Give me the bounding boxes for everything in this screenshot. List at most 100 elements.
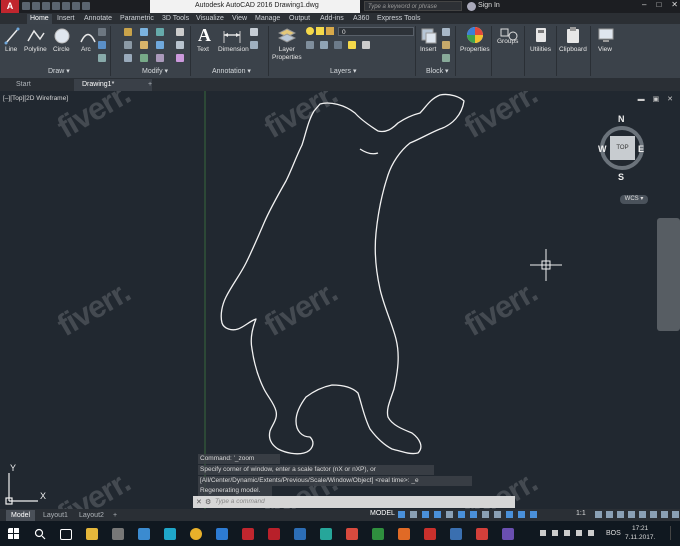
tab-add-ins[interactable]: Add-ins [320,14,344,24]
view-button-label[interactable]: View [598,46,612,53]
fillet-icon[interactable] [156,41,164,49]
leader-icon[interactable] [250,28,258,36]
command-customize-icon[interactable]: ⚙ [205,498,211,506]
layer-freeze-icon[interactable] [316,27,324,35]
compass-north[interactable]: N [618,114,625,124]
rectangle-icon[interactable] [98,28,106,36]
chrome-icon[interactable] [190,528,202,540]
stretch-icon[interactable] [124,54,132,62]
annotation-monitor-icon[interactable] [606,511,613,518]
tab-annotate[interactable]: Annotate [84,14,112,24]
tab-home[interactable]: Home [27,14,52,24]
layer-lock-icon[interactable] [326,27,334,35]
notification-icon[interactable] [588,530,594,536]
layer-off-icon[interactable] [348,41,356,49]
groups-button-label[interactable]: Groups [497,38,518,45]
taskbar-app-icon[interactable] [320,528,332,540]
insert-block-icon[interactable] [420,27,438,45]
show-desktop-button[interactable] [670,526,679,540]
edit-attributes-icon[interactable] [442,54,450,62]
edit-block-icon[interactable] [442,41,450,49]
polyline-icon[interactable] [26,27,46,45]
taskbar-app-icon[interactable] [398,528,410,540]
taskbar-app-icon[interactable] [164,528,176,540]
workspace-icon[interactable] [595,511,602,518]
taskbar-app-icon[interactable] [450,528,462,540]
plot-icon[interactable] [62,2,70,10]
annotation-panel-title[interactable]: Annotation ▾ [212,67,251,77]
layers-panel-title[interactable]: Layers ▾ [330,67,356,77]
command-close-icon[interactable]: ✕ [196,498,202,506]
save-icon[interactable] [42,2,50,10]
match-layer-icon[interactable] [320,41,328,49]
viewport-controls-label[interactable]: [–][Top][2D Wireframe] [3,95,68,102]
layer-unisolate-icon[interactable] [362,41,370,49]
properties-icon[interactable] [466,26,484,44]
input-language[interactable]: BOS [606,530,621,537]
block-panel-title[interactable]: Block ▾ [426,67,449,77]
ortho-icon[interactable] [422,511,429,518]
taskbar-app-icon[interactable] [112,528,124,540]
volume-icon[interactable] [564,530,570,536]
copy-icon[interactable] [124,41,132,49]
model-space-toggle[interactable]: MODEL [370,510,395,517]
clipboard-icon[interactable] [566,27,580,44]
viewcube-top-face[interactable]: TOP [610,136,635,160]
compass-east[interactable]: E [638,144,644,154]
minimize-button[interactable]: – [642,0,646,9]
tab-a360[interactable]: A360 [353,14,369,24]
polar-icon[interactable] [434,511,441,518]
arc-icon[interactable] [79,27,97,45]
tab-manage[interactable]: Manage [255,14,280,24]
customization-icon[interactable] [650,511,657,518]
compass-south[interactable]: S [618,172,624,182]
move-icon[interactable] [124,28,132,36]
viewcube[interactable]: TOP N S W E [598,114,648,182]
tray-expand-icon[interactable] [540,530,546,536]
task-view-icon[interactable] [60,529,72,540]
utilities-button-label[interactable]: Utilities [530,46,551,53]
windows-start-icon[interactable] [8,528,20,540]
hardware-acceleration-icon[interactable] [661,511,668,518]
undo-icon[interactable] [72,2,80,10]
units-icon[interactable] [617,511,624,518]
tab-express-tools[interactable]: Express Tools [377,14,420,24]
selection-cycling-icon[interactable] [506,511,513,518]
taskbar-app-icon[interactable] [346,528,358,540]
tab-parametric[interactable]: Parametric [120,14,154,24]
taskbar-app-icon[interactable] [372,528,384,540]
navigation-bar[interactable] [657,218,680,331]
redo-icon[interactable] [82,2,90,10]
taskbar-app-icon[interactable] [294,528,306,540]
array-icon[interactable] [156,54,164,62]
layer-isolate-icon[interactable] [334,41,342,49]
drawing-canvas[interactable]: Y X [–][Top][2D Wireframe] ▬ ▣ ✕ TOP N S… [0,91,680,509]
taskbar-app-icon[interactable] [138,528,150,540]
trim-icon[interactable] [156,28,164,36]
rotate-icon[interactable] [140,28,148,36]
tab-visualize[interactable]: Visualize [196,14,224,24]
create-block-icon[interactable] [442,28,450,36]
taskbar-app-icon[interactable] [502,528,514,540]
command-input[interactable]: Type a command [193,496,515,508]
offset-icon[interactable] [176,54,184,62]
modify-panel-title[interactable]: Modify ▾ [142,67,168,77]
view-icon[interactable] [598,27,614,43]
tab-insert[interactable]: Insert [57,14,75,24]
circle-icon[interactable] [53,27,71,45]
new-icon[interactable] [22,2,30,10]
viewport-window-controls[interactable]: ▬ ▣ ✕ [638,95,676,103]
taskbar-app-icon[interactable] [424,528,436,540]
transparency-icon[interactable] [494,511,501,518]
tab-layout1[interactable]: Layout1 [38,510,73,521]
file-explorer-icon[interactable] [86,528,98,540]
close-button[interactable]: ✕ [671,0,678,9]
clean-screen-icon[interactable] [639,511,646,518]
gradient-icon[interactable] [98,54,106,62]
compass-west[interactable]: W [598,144,607,154]
file-tab-start[interactable]: Start [8,79,39,91]
make-current-icon[interactable] [306,41,314,49]
explode-icon[interactable] [176,41,184,49]
layer-dropdown[interactable]: 0 [338,27,414,36]
line-icon[interactable] [4,27,20,45]
